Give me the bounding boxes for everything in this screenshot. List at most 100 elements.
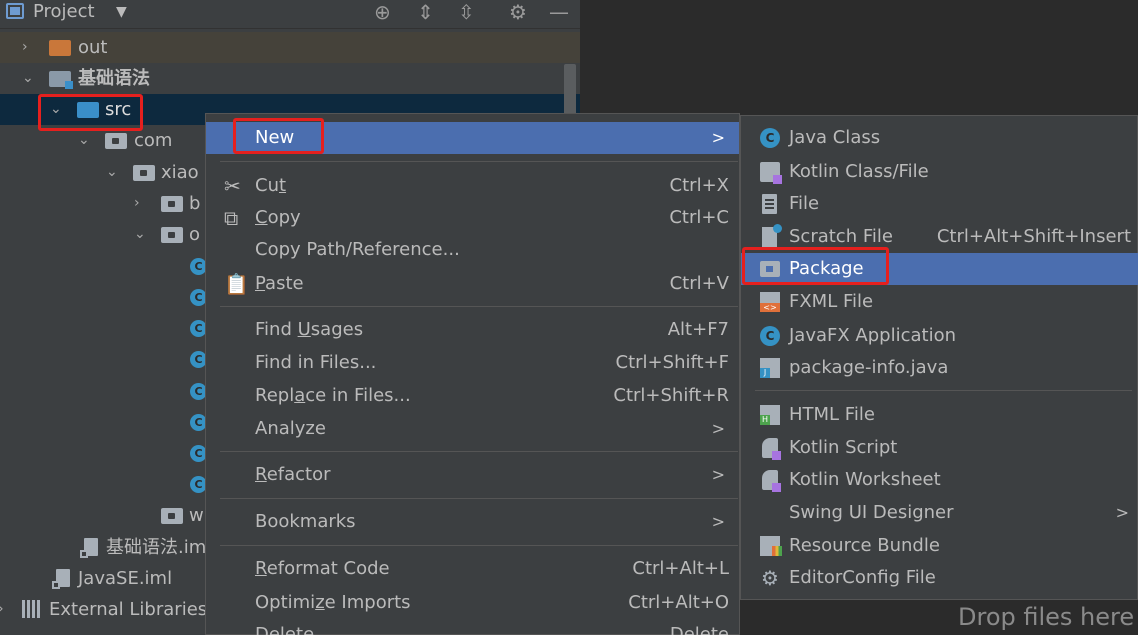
menu-item-analyze[interactable]: Analyze > [206,413,739,445]
kotlin-script-icon [762,438,781,460]
submenu-item-java-class[interactable]: C Java Class [741,122,1138,154]
tree-label: w [189,505,204,526]
menu-item-label: Bookmarks [255,511,356,532]
locate-icon[interactable]: ⊕ [374,0,391,24]
tree-label: External Libraries [49,599,208,620]
minimize-icon[interactable]: — [549,0,569,24]
html-file-icon [760,405,780,425]
collapse-all-icon[interactable]: ⇳ [458,0,475,24]
chevron-right-icon[interactable]: › [134,188,140,219]
chevron-right-icon[interactable]: › [0,594,4,625]
chevron-right-icon[interactable]: › [22,32,28,63]
menu-item-label: Find Usages [255,319,364,340]
submenu-arrow-icon: > [711,512,725,531]
submenu-item-swing-ui-designer[interactable]: Swing UI Designer > [741,497,1138,529]
submenu-item-javafx-application[interactable]: C JavaFX Application [741,320,1138,352]
submenu-item-label: Scratch File [789,226,893,247]
submenu-arrow-icon: > [711,419,725,438]
menu-item-copy-path[interactable]: Copy Path/Reference... [206,234,739,266]
fxml-file-icon [760,292,780,312]
tree-label: src [105,99,132,120]
menu-item-optimize-imports[interactable]: Optimize Imports Ctrl+Alt+O [206,587,739,619]
shortcut: Ctrl+Alt+O [628,592,729,613]
tree-label: out [78,37,108,58]
kotlin-worksheet-icon [762,470,781,492]
kotlin-file-icon [760,162,782,184]
chevron-down-icon[interactable]: ⌄ [134,219,146,250]
package-info-icon [760,358,780,378]
submenu-arrow-icon: > [711,128,725,147]
submenu-item-label: Package [789,258,864,279]
menu-item-refactor[interactable]: Refactor > [206,459,739,491]
menu-separator [220,451,738,452]
copy-icon: ⧉ [224,206,239,230]
dropdown-icon[interactable]: ▼ [116,0,127,24]
menu-item-bookmarks[interactable]: Bookmarks > [206,506,739,538]
cut-icon: ✂ [224,174,241,198]
menu-item-find-usages[interactable]: Find Usages Alt+F7 [206,314,739,346]
package-icon [760,261,780,277]
submenu-item-kotlin-script[interactable]: Kotlin Script [741,432,1138,464]
shortcut: Ctrl+C [669,207,729,228]
menu-separator [220,498,738,499]
menu-item-copy[interactable]: ⧉ Copy Ctrl+C [206,202,739,234]
project-title[interactable]: Project [33,0,95,24]
menu-separator [220,161,738,162]
library-icon [22,600,42,618]
tree-label: com [134,130,173,151]
submenu-arrow-icon: > [711,465,725,484]
menu-item-replace-in-files[interactable]: Replace in Files... Ctrl+Shift+R [206,380,739,412]
gear-icon[interactable]: ⚙ [509,0,527,24]
menu-item-label: Refactor [255,464,331,485]
package-icon [133,165,155,181]
menu-item-label: Cut [255,175,287,196]
submenu-item-resource-bundle[interactable]: Resource Bundle [741,530,1138,562]
submenu-item-package-info[interactable]: package-info.java [741,352,1138,384]
module-file-icon [80,538,98,558]
shortcut: Ctrl+Shift+F [615,352,729,373]
shortcut: Alt+F7 [667,319,729,340]
menu-item-delete[interactable]: Delete Delete [206,619,739,635]
package-icon [105,133,127,149]
menu-item-paste[interactable]: 📋 Paste Ctrl+V [206,268,739,300]
menu-item-reformat-code[interactable]: Reformat Code Ctrl+Alt+L [206,553,739,585]
shortcut: Ctrl+Alt+Shift+Insert [936,226,1131,247]
shortcut: Delete [669,624,729,635]
submenu-item-kotlin-worksheet[interactable]: Kotlin Worksheet [741,464,1138,496]
menu-item-label: Optimize Imports [255,592,411,613]
submenu-item-label: JavaFX Application [789,325,957,346]
chevron-down-icon[interactable]: ⌄ [78,125,90,156]
tree-node-out[interactable]: › out [0,32,580,63]
submenu-item-editorconfig-file[interactable]: ⚙ EditorConfig File [741,562,1138,594]
package-icon [161,196,183,212]
submenu-item-file[interactable]: File [741,188,1138,220]
package-icon [161,508,183,524]
submenu-item-kotlin-class[interactable]: Kotlin Class/File [741,156,1138,188]
tree-node-module[interactable]: ⌄ 基础语法 [0,63,580,94]
expand-all-icon[interactable]: ⇕ [417,0,434,24]
tree-label: 基础语法 [78,68,150,89]
chevron-down-icon[interactable]: ⌄ [22,63,34,94]
submenu-item-label: package-info.java [789,357,949,378]
menu-item-new[interactable]: New > [206,122,739,154]
submenu-item-html-file[interactable]: HTML File [741,399,1138,431]
submenu-item-label: Kotlin Worksheet [789,469,941,490]
gear-icon: ⚙ [761,566,779,590]
shortcut: Ctrl+X [669,175,729,196]
menu-item-cut[interactable]: ✂ Cut Ctrl+X [206,170,739,202]
project-window-icon [6,3,24,19]
submenu-item-label: Swing UI Designer [789,502,954,523]
submenu-arrow-icon: > [1115,503,1129,522]
submenu-item-scratch-file[interactable]: Scratch File Ctrl+Alt+Shift+Insert [741,221,1138,253]
submenu-item-label: Kotlin Class/File [789,161,929,182]
submenu-item-fxml-file[interactable]: FXML File [741,286,1138,318]
chevron-down-icon[interactable]: ⌄ [50,94,62,125]
menu-item-label: Delete [255,624,315,635]
module-folder-icon [49,71,73,89]
submenu-item-label: File [789,193,820,214]
submenu-item-package[interactable]: Package [741,253,1138,285]
chevron-down-icon[interactable]: ⌄ [106,157,118,188]
menu-item-find-in-files[interactable]: Find in Files... Ctrl+Shift+F [206,347,739,379]
javafx-class-icon: C [760,326,780,346]
tree-label: JavaSE.iml [78,568,173,589]
